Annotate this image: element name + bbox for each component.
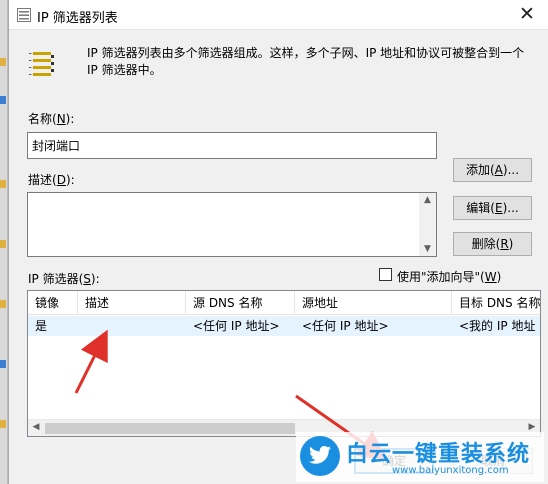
watermark-brand: 白云一键重装系统 [346, 442, 531, 467]
watermark: 白云一键重装系统 www.baiyunxitong.com [296, 432, 544, 482]
watermark-url: www.baiyunxitong.com [392, 465, 509, 476]
annotation-arrows [74, 329, 389, 461]
arrow-to-table-icon [74, 329, 108, 394]
bird-logo-icon [300, 436, 340, 476]
